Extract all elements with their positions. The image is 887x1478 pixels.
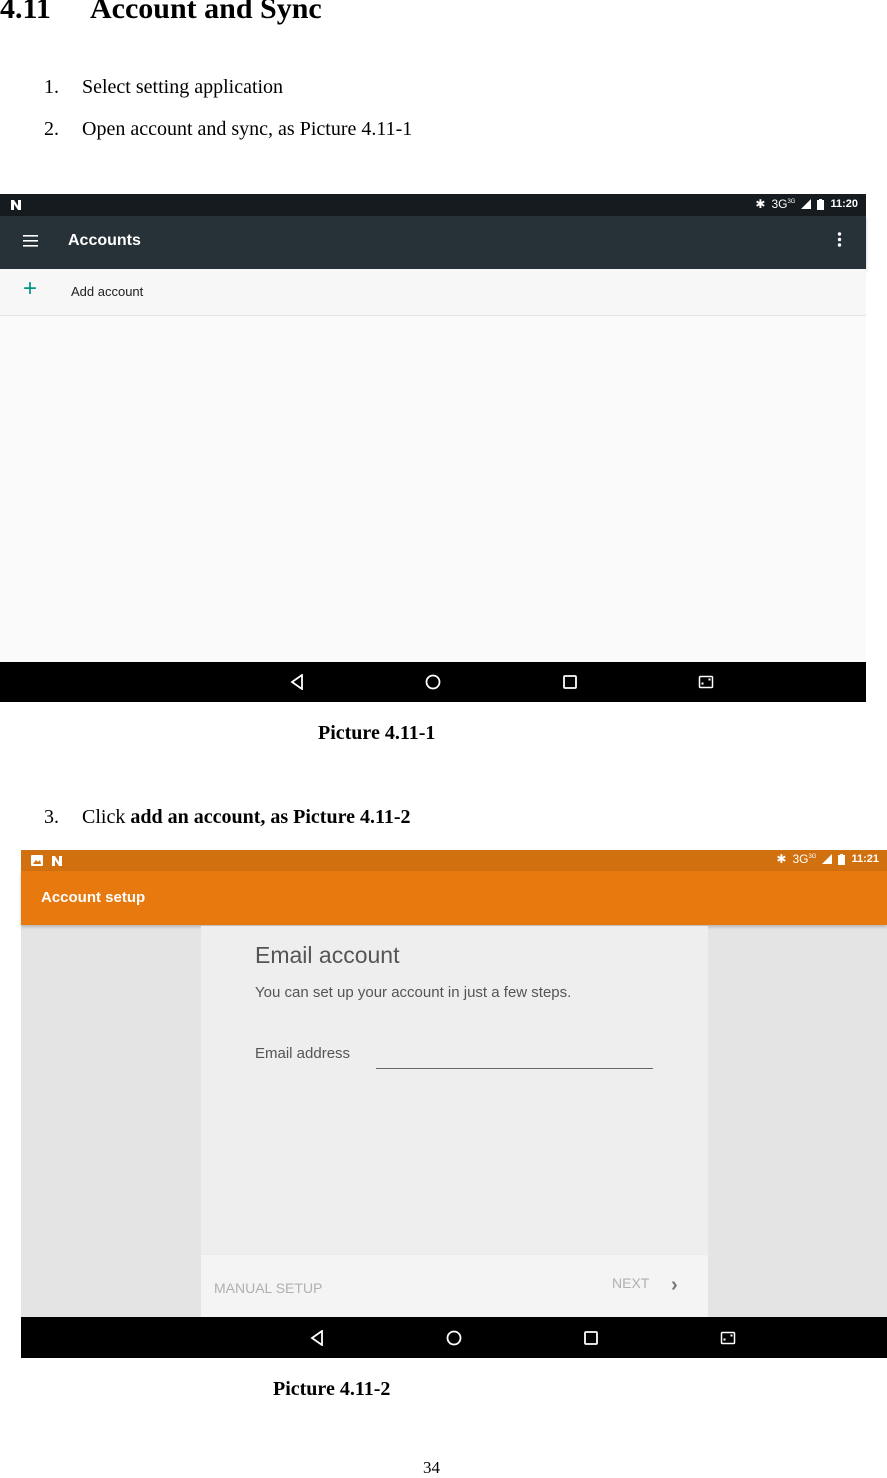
more-vert-icon[interactable]	[837, 232, 842, 247]
status-time: 11:21	[851, 853, 879, 865]
bluetooth-icon: ✱	[755, 197, 766, 211]
recents-icon[interactable]	[563, 675, 577, 689]
navigation-bar	[0, 662, 866, 702]
picture-caption-2: Picture 4.11-2	[273, 1378, 391, 1400]
plus-icon: +	[23, 275, 38, 302]
screenshot-account-setup: ✱ 3G3G 11:21 Account setup Email account…	[21, 850, 887, 1358]
chevron-right-icon[interactable]: ›	[671, 1275, 678, 1295]
step-3: 3. Click add an account, as Picture 4.11-…	[44, 806, 411, 829]
card-subtitle: You can set up your account in just a fe…	[255, 984, 572, 1001]
screenshot-accounts: ✱ 3G3G 11:20 Accounts + Add account	[0, 194, 866, 702]
n-notification-icon	[52, 856, 62, 866]
step-text: Open account and sync, as Picture 4.11-1	[82, 118, 413, 140]
section-number: 4.11	[0, 0, 51, 25]
back-icon[interactable]	[310, 1329, 324, 1346]
bluetooth-icon: ✱	[776, 852, 787, 866]
app-toolbar: Accounts	[0, 216, 866, 269]
recents-icon[interactable]	[584, 1330, 598, 1345]
next-button[interactable]: NEXT	[612, 1275, 649, 1291]
navigation-bar	[21, 1317, 887, 1358]
add-account-label: Add account	[71, 284, 144, 299]
image-notification-icon	[31, 855, 43, 866]
battery-icon	[817, 198, 825, 210]
step-text: Select setting application	[82, 76, 284, 98]
section-heading: 4.11 Account and Sync	[0, 0, 322, 26]
page-number: 34	[423, 1458, 440, 1477]
toolbar-title: Accounts	[68, 232, 141, 249]
step-number: 1.	[44, 76, 59, 98]
screenshot-icon[interactable]	[698, 675, 714, 689]
step-text: Click	[82, 806, 131, 828]
status-time: 11:20	[830, 198, 858, 210]
status-icons: ✱ 3G3G 11:20	[755, 197, 858, 211]
home-icon[interactable]	[446, 1330, 462, 1346]
card-footer: MANUAL SETUP NEXT ›	[201, 1254, 708, 1318]
battery-icon	[838, 853, 846, 865]
status-icons: ✱ 3G3G 11:21	[776, 852, 879, 866]
hamburger-icon[interactable]	[23, 235, 38, 247]
card-title: Email account	[255, 942, 400, 968]
step-number: 3.	[44, 806, 59, 828]
toolbar-title: Account setup	[41, 889, 146, 906]
network-label: 3G3G	[792, 852, 817, 866]
screenshot-icon[interactable]	[720, 1331, 736, 1344]
home-icon[interactable]	[425, 674, 441, 690]
app-toolbar: Account setup	[21, 871, 887, 925]
manual-setup-button[interactable]: MANUAL SETUP	[214, 1280, 322, 1296]
signal-icon	[822, 854, 833, 864]
section-title: Account and Sync	[90, 0, 322, 25]
email-address-label: Email address	[255, 1045, 351, 1062]
status-bar: ✱ 3G3G 11:20	[0, 194, 866, 216]
signal-icon	[801, 199, 812, 209]
email-address-input[interactable]	[376, 1042, 653, 1069]
back-icon[interactable]	[290, 674, 304, 690]
add-account-item[interactable]: + Add account	[0, 269, 866, 316]
step-1: 1. Select setting application	[44, 76, 283, 99]
step-number: 2.	[44, 118, 59, 140]
step-text-bold: add an account, as Picture 4.11-2	[130, 806, 411, 828]
step-2: 2. Open account and sync, as Picture 4.11…	[44, 118, 412, 141]
network-label: 3G3G	[771, 197, 796, 211]
picture-caption-1: Picture 4.11-1	[318, 722, 436, 744]
n-notification-icon	[11, 200, 21, 210]
status-bar: ✱ 3G3G 11:21	[21, 850, 887, 871]
email-setup-card: Email account You can set up your accoun…	[201, 926, 708, 1318]
